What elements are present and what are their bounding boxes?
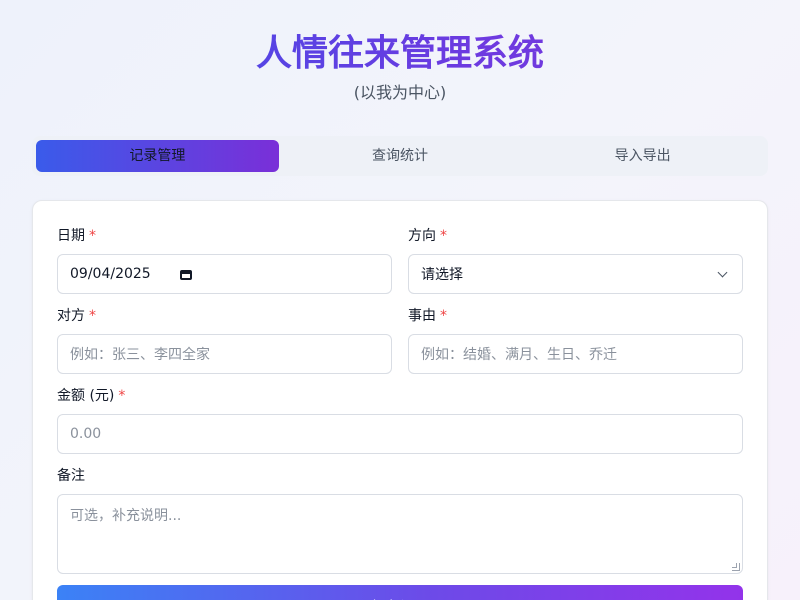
note-label: 备注 — [57, 468, 85, 484]
reason-field-group: 事由 * 例如：结婚、满月、生日、乔迁 — [408, 306, 743, 374]
direction-selected-value: 请选择 — [421, 267, 463, 283]
tab-records[interactable]: 记录管理 — [36, 140, 279, 172]
tab-bar: 记录管理 查询统计 导入导出 — [32, 136, 768, 176]
tab-records-label: 记录管理 — [129, 148, 186, 164]
date-input[interactable]: 09/04/2025 — [57, 254, 392, 294]
chevron-down-icon — [718, 269, 728, 279]
direction-select[interactable]: 请选择 — [408, 254, 743, 294]
required-mark: * — [440, 228, 447, 244]
date-value: 09/04/2025 — [70, 266, 151, 282]
counterparty-input[interactable]: 例如：张三、李四全家 — [57, 334, 392, 374]
date-label: 日期 * — [57, 228, 96, 244]
resize-handle-icon[interactable] — [732, 563, 740, 571]
page-title: 人情往来管理系统 — [0, 30, 800, 78]
record-form-card: 日期 * 09/04/2025 方向 * 请选择 对方 * 例如：张三、李四全家 事由… — [32, 200, 768, 600]
required-mark: * — [440, 308, 447, 324]
amount-field-group: 金额 (元) * 0.00 — [57, 386, 743, 454]
counterparty-field-group: 对方 * 例如：张三、李四全家 — [57, 306, 392, 374]
note-placeholder: 可选，补充说明... — [70, 508, 182, 524]
date-field-group: 日期 * 09/04/2025 — [57, 226, 392, 294]
calendar-icon[interactable] — [179, 267, 193, 281]
reason-input[interactable]: 例如：结婚、满月、生日、乔迁 — [408, 334, 743, 374]
tab-query-stats[interactable]: 查询统计 — [279, 140, 522, 172]
tab-import-export[interactable]: 导入导出 — [521, 140, 764, 172]
direction-label: 方向 * — [408, 228, 447, 244]
submit-button[interactable]: 保存记录 — [57, 585, 743, 600]
amount-input[interactable]: 0.00 — [57, 414, 743, 454]
required-mark: * — [89, 308, 96, 324]
note-field-group: 备注 可选，补充说明... — [57, 466, 743, 574]
note-textarea[interactable]: 可选，补充说明... — [57, 494, 743, 574]
required-mark: * — [89, 228, 96, 244]
direction-field-group: 方向 * 请选择 — [408, 226, 743, 294]
amount-label: 金额 (元) * — [57, 388, 126, 404]
page-subtitle: (以我为中心) — [353, 83, 447, 102]
app-root: 人情往来管理系统 (以我为中心) 记录管理 查询统计 导入导出 日期 * 09/0… — [0, 0, 800, 600]
counterparty-label: 对方 * — [57, 308, 96, 324]
required-mark: * — [118, 388, 126, 404]
reason-label: 事由 * — [408, 308, 447, 324]
